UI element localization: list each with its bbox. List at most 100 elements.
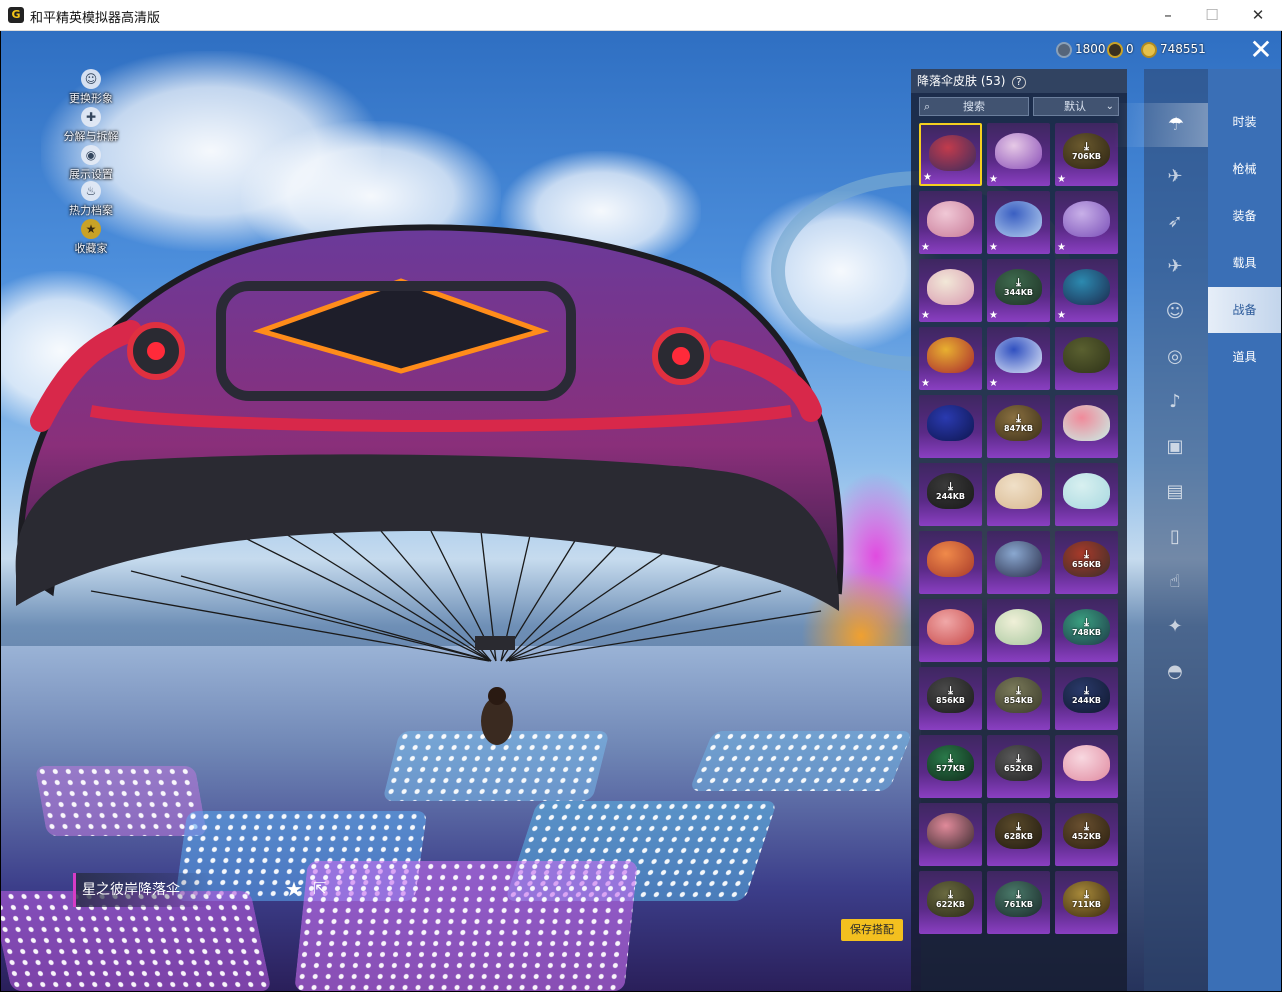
- help-icon[interactable]: ?: [1012, 76, 1026, 89]
- hat-icon[interactable]: ◓: [1160, 657, 1190, 687]
- quality-star-icon: ★: [1057, 242, 1066, 253]
- side-item-collector[interactable]: ★ 收藏家: [59, 219, 123, 256]
- skin-tile[interactable]: [919, 599, 982, 662]
- skin-tile[interactable]: ⤓ 652KB: [987, 735, 1050, 798]
- download-badge: ⤓ 622KB: [919, 889, 982, 909]
- parachute-thumbnail: [1063, 201, 1110, 237]
- hand-gesture-icon[interactable]: ☝: [1160, 567, 1190, 597]
- download-size: 628KB: [1004, 832, 1033, 841]
- airplane-icon[interactable]: ✈: [1160, 252, 1190, 282]
- skin-tile[interactable]: [919, 803, 982, 866]
- coupon-icon: [1056, 41, 1072, 58]
- skin-tile[interactable]: ★: [919, 327, 982, 390]
- skin-tile[interactable]: ⤓ 847KB: [987, 395, 1050, 458]
- skin-tile[interactable]: ⤓ 856KB: [919, 667, 982, 730]
- glider-icon[interactable]: ✈: [1160, 162, 1190, 192]
- minimize-button[interactable]: –: [1145, 0, 1191, 31]
- skin-tile[interactable]: ★: [987, 191, 1050, 254]
- tab-0[interactable]: 时装: [1208, 99, 1281, 145]
- download-size: 711KB: [1072, 900, 1101, 909]
- side-item-heat-archive[interactable]: ♨ 热力档案: [59, 181, 123, 218]
- floor-tile: [34, 766, 208, 836]
- side-item-change-avatar[interactable]: ☺ 更换形象: [59, 69, 123, 106]
- download-badge: ⤓ 847KB: [987, 413, 1050, 433]
- skin-tile[interactable]: ⤓ 577KB: [919, 735, 982, 798]
- skin-tile[interactable]: [919, 395, 982, 458]
- console-icon[interactable]: ▣: [1160, 432, 1190, 462]
- skin-tile[interactable]: [987, 463, 1050, 526]
- skin-tile[interactable]: ⤓ 706KB ★: [1055, 123, 1118, 186]
- download-size: 854KB: [1004, 696, 1033, 705]
- quality-star-icon: ★: [989, 242, 998, 253]
- emote-icon[interactable]: ☺: [1160, 297, 1190, 327]
- skin-tile[interactable]: ⤓ 244KB: [919, 463, 982, 526]
- download-icon: ⤓: [1016, 820, 1021, 833]
- download-size: 761KB: [1004, 900, 1033, 909]
- close-icon[interactable]: ✕: [1246, 36, 1276, 66]
- skin-tile[interactable]: ★: [1055, 259, 1118, 322]
- tab-3[interactable]: 载具: [1208, 240, 1281, 286]
- spray-icon[interactable]: ▯: [1160, 522, 1190, 552]
- quality-star-icon: ★: [921, 378, 930, 389]
- skin-tile[interactable]: ⤓ 628KB: [987, 803, 1050, 866]
- skin-tile[interactable]: ⤓ 854KB: [987, 667, 1050, 730]
- download-badge: ⤓ 244KB: [919, 481, 982, 501]
- skin-tile[interactable]: ⤓ 244KB: [1055, 667, 1118, 730]
- download-size: 622KB: [936, 900, 965, 909]
- quality-star-icon: ★: [921, 310, 930, 321]
- download-badge: ⤓ 577KB: [919, 753, 982, 773]
- flame-icon: ♨: [81, 181, 101, 201]
- sort-dropdown[interactable]: 默认 ⌄: [1033, 97, 1119, 116]
- download-size: 856KB: [936, 696, 965, 705]
- download-size: 706KB: [1072, 152, 1101, 161]
- skin-tile[interactable]: ⤓ 748KB: [1055, 599, 1118, 662]
- skin-tile[interactable]: ★: [919, 123, 982, 186]
- skin-tile[interactable]: [987, 599, 1050, 662]
- skin-tile[interactable]: ⤓ 452KB: [1055, 803, 1118, 866]
- download-icon: ⤓: [1016, 276, 1021, 289]
- quality-star-icon: ★: [989, 174, 998, 185]
- skin-tile[interactable]: [1055, 735, 1118, 798]
- tab-4[interactable]: 战备: [1208, 287, 1281, 333]
- side-item-display-settings[interactable]: ◉ 展示设置: [59, 145, 123, 182]
- download-badge: ⤓ 761KB: [987, 889, 1050, 909]
- avatar-frame-icon[interactable]: ◎: [1160, 342, 1190, 372]
- skin-tile[interactable]: ⤓ 761KB: [987, 871, 1050, 934]
- maximize-button[interactable]: ☐: [1189, 0, 1235, 31]
- photo-icon[interactable]: ▤: [1160, 477, 1190, 507]
- skin-tile[interactable]: [1055, 463, 1118, 526]
- parachute-thumbnail: [927, 269, 974, 305]
- skin-tile[interactable]: [1055, 395, 1118, 458]
- skin-tile[interactable]: ★: [987, 327, 1050, 390]
- skin-tile[interactable]: [919, 531, 982, 594]
- skin-tile[interactable]: ⤓ 344KB ★: [987, 259, 1050, 322]
- plane-trail-icon[interactable]: ➶: [1160, 207, 1190, 237]
- side-item-decompose[interactable]: ✚ 分解与拆解: [59, 107, 123, 144]
- skin-tile[interactable]: ★: [1055, 191, 1118, 254]
- parachute-icon[interactable]: ☂: [1114, 103, 1208, 147]
- download-size: 577KB: [936, 764, 965, 773]
- avatar-icon: ☺: [81, 69, 101, 89]
- skin-tile[interactable]: ⤓ 656KB: [1055, 531, 1118, 594]
- skin-tile[interactable]: ⤓ 711KB: [1055, 871, 1118, 934]
- collector-badge-icon: ★: [81, 219, 101, 239]
- skin-tile[interactable]: ★: [987, 123, 1050, 186]
- skin-tile[interactable]: ⤓ 622KB: [919, 871, 982, 934]
- parachute-thumbnail: [995, 337, 1042, 373]
- skin-tile[interactable]: ★: [919, 191, 982, 254]
- favorite-star-icon[interactable]: ★: [285, 877, 303, 901]
- skin-tile[interactable]: [987, 531, 1050, 594]
- save-outfit-button[interactable]: 保存搭配: [841, 919, 903, 941]
- share-icon[interactable]: ⇱: [313, 879, 326, 898]
- wand-icon[interactable]: ✦: [1160, 612, 1190, 642]
- skin-tile[interactable]: ★: [919, 259, 982, 322]
- search-input[interactable]: ⌕ 搜索: [919, 97, 1029, 116]
- eye-icon: ◉: [81, 145, 101, 165]
- tab-5[interactable]: 道具: [1208, 334, 1281, 380]
- tab-2[interactable]: 装备: [1208, 193, 1281, 239]
- close-window-button[interactable]: ✕: [1235, 0, 1281, 31]
- skin-tile[interactable]: [1055, 327, 1118, 390]
- tab-1[interactable]: 枪械: [1208, 146, 1281, 192]
- voice-icon[interactable]: ♪: [1160, 387, 1190, 417]
- floor-tile: [294, 861, 638, 991]
